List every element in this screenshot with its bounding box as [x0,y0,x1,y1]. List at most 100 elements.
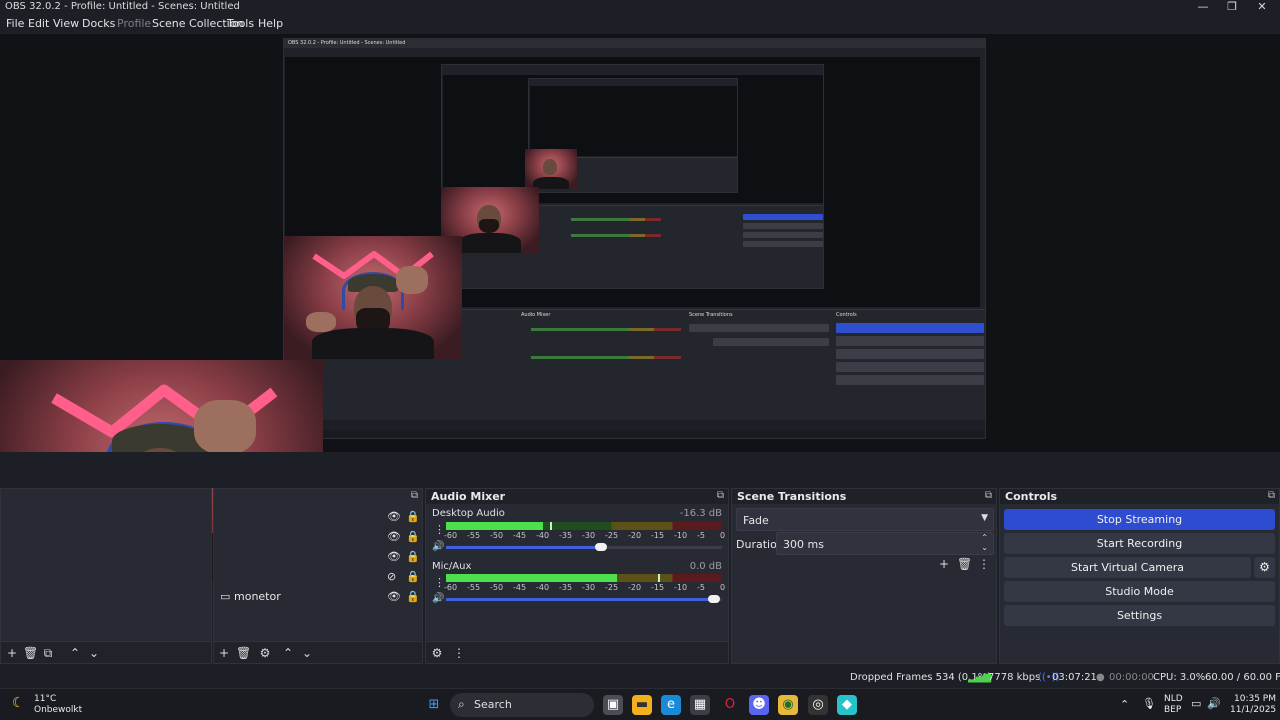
volume-knob[interactable] [708,595,720,603]
visibility-eye-icon[interactable]: 👁 [387,590,401,603]
spin-up-icon[interactable]: ⌃ [981,533,988,542]
chrome-icon[interactable]: ◉ [778,695,798,715]
file-explorer-icon[interactable]: ▬ [632,695,652,715]
volume-knob[interactable] [595,543,607,551]
nested-button-2c [743,241,823,247]
weather-desc: Onbewolkt [34,705,83,715]
chevron-down-icon: ▼ [981,513,988,523]
source-row[interactable]: 👁 🔒 [214,527,422,547]
duration-spinbox[interactable]: 300 ms ⌃ ⌄ [776,532,994,555]
source-name: monetor [234,590,281,603]
visibility-hidden-icon[interactable]: ⊘ [387,570,396,583]
start-virtual-camera-button[interactable]: Start Virtual Camera [1004,557,1251,578]
dock-float-icon[interactable]: ⧉ [411,490,418,501]
clock-date[interactable]: 11/1/2025 [1230,705,1276,715]
menu-view[interactable]: View [53,17,79,30]
transition-select[interactable]: Fade ▼ [736,508,994,531]
window-title: OBS 32.0.2 - Profile: Untitled - Scenes:… [5,1,240,12]
move-up-icon[interactable]: ⌃ [281,646,295,660]
tray-chevron-up-icon[interactable]: ⌃ [1120,698,1129,711]
visibility-eye-icon[interactable]: 👁 [387,550,401,563]
remove-source-icon[interactable]: 🗑 [236,646,251,660]
opera-icon[interactable]: O [720,695,740,715]
windows-taskbar: ☾ 11°C Onbewolkt ⊞ ⌕ Search ▣ ▬ e ▦ O ☻ … [0,688,1280,720]
dock-float-icon[interactable]: ⧉ [1268,490,1275,501]
studio-mode-button[interactable]: Studio Mode [1004,581,1275,602]
add-scene-icon[interactable]: + [5,646,19,660]
edge-icon[interactable]: e [661,695,681,715]
dock-float-icon[interactable]: ⧉ [985,490,992,501]
start-recording-button[interactable]: Start Recording [1004,533,1275,554]
task-view-icon[interactable]: ▣ [603,695,623,715]
lock-icon[interactable]: 🔒 [406,550,420,563]
source-row[interactable]: ⊘ 🔒 [214,567,422,587]
settings-button[interactable]: Settings [1004,605,1275,626]
network-icon[interactable]: ▭ [1191,697,1201,710]
lock-icon[interactable]: 🔒 [406,530,420,543]
source-row[interactable]: 👁 🔒 [214,507,422,527]
meter-tick-label: -45 [513,531,527,540]
minimize-icon[interactable]: — [1187,0,1219,15]
spin-down-icon[interactable]: ⌄ [981,543,988,552]
mixer-menu-icon[interactable]: ⋮ [452,646,466,660]
visibility-eye-icon[interactable]: 👁 [387,510,401,523]
speaker-icon[interactable]: 🔊 [432,541,444,552]
move-up-icon[interactable]: ⌃ [68,646,82,660]
app-icon[interactable]: ◆ [837,695,857,715]
volume-icon[interactable]: 🔊 [1207,697,1221,710]
windows-start-icon[interactable]: ⊞ [424,695,444,715]
taskbar-search[interactable]: ⌕ Search [450,693,594,717]
filters-icon[interactable]: ⧉ [41,646,55,661]
transition-menu-icon[interactable]: ⋮ [977,557,991,571]
move-down-icon[interactable]: ⌄ [87,646,101,660]
sources-toolbar: + 🗑 ⚙ ⌃ ⌄ [214,641,422,663]
speaker-icon[interactable]: 🔊 [432,593,444,604]
meter-tick-label: -5 [697,583,705,592]
advanced-audio-properties-icon[interactable]: ⚙ [430,646,444,660]
virtual-camera-settings-gear-icon[interactable]: ⚙ [1254,557,1275,578]
close-icon[interactable]: ✕ [1246,0,1278,15]
add-transition-icon[interactable]: + [937,557,951,571]
program-preview[interactable]: OBS 32.0.2 - Profile: Untitled - Scenes:… [0,34,1280,580]
menu-docks[interactable]: Docks [82,17,115,30]
remove-transition-icon[interactable]: 🗑 [957,557,972,571]
move-down-icon[interactable]: ⌄ [300,646,314,660]
maximize-icon[interactable]: ❐ [1216,0,1248,15]
menu-help[interactable]: Help [258,17,283,30]
discord-icon[interactable]: ☻ [749,695,769,715]
webcam-feed-nested-small [525,149,577,189]
volume-slider[interactable] [446,543,722,551]
volume-slider[interactable] [446,595,722,603]
scenes-toolbar: + 🗑 ⧉ ⌃ ⌄ [1,641,211,663]
meter-tick-label: -60 [444,583,458,592]
controls-dock: Controls ⧉ Stop Streaming Start Recordin… [999,488,1280,664]
microphone-icon[interactable]: 🎙 [1142,697,1156,710]
menu-edit[interactable]: Edit [28,17,49,30]
language-2[interactable]: BEP [1164,705,1181,715]
remove-scene-icon[interactable]: 🗑 [23,646,38,660]
stop-streaming-button[interactable]: Stop Streaming [1004,509,1275,530]
language-1[interactable]: NLD [1164,694,1183,704]
source-row-monetor[interactable]: ▭ monetor 👁 🔒 [214,587,422,607]
visibility-eye-icon[interactable]: 👁 [387,530,401,543]
menu-profile[interactable]: Profile [117,17,151,30]
obs-icon[interactable]: ◎ [808,695,828,715]
channel-name: Mic/Aux [432,561,472,572]
dock-float-icon[interactable]: ⧉ [717,490,724,501]
source-properties-gear-icon[interactable]: ⚙ [258,646,272,660]
controls-header: Controls ⧉ [1000,489,1279,504]
nested-button-2a [743,223,823,229]
cpu-usage: CPU: 3.0% [1153,672,1206,683]
duration-value: 300 ms [783,538,824,551]
bitrate: 7778 kbps [988,672,1041,683]
menu-file[interactable]: File [6,17,24,30]
clock-time[interactable]: 10:35 PM [1234,694,1276,704]
nested-window-title: OBS 32.0.2 - Profile: Untitled - Scenes:… [288,40,406,46]
lock-icon[interactable]: 🔒 [406,510,420,523]
store-icon[interactable]: ▦ [690,695,710,715]
lock-icon[interactable]: 🔒 [406,590,420,603]
lock-icon[interactable]: 🔒 [406,570,420,583]
source-row[interactable]: 👁 🔒 [214,547,422,567]
add-source-icon[interactable]: + [217,646,231,660]
menu-tools[interactable]: Tools [227,17,254,30]
